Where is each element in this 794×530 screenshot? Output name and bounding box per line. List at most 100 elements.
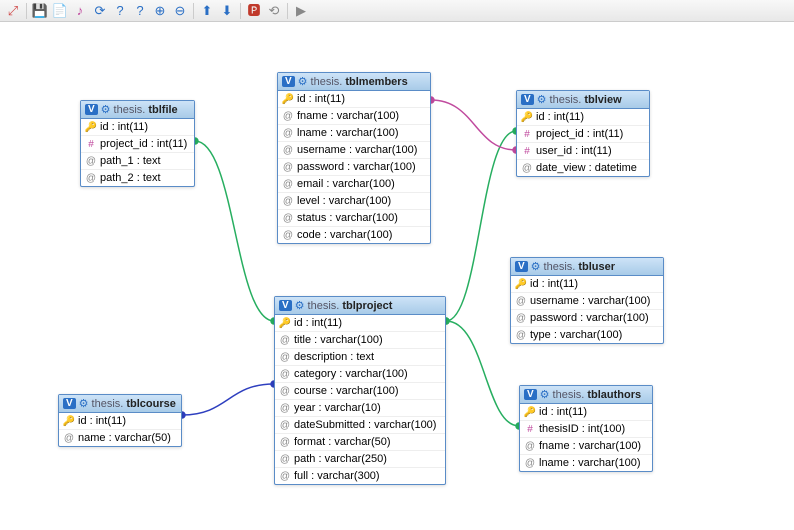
column-type-icon: @: [283, 196, 293, 207]
open-icon[interactable]: ⬆: [198, 2, 216, 20]
column-type-icon: @: [516, 296, 526, 307]
table-name: tblproject: [342, 300, 392, 312]
column-row[interactable]: 🔑id : int(11): [278, 91, 430, 108]
gear-icon[interactable]: ⚙: [540, 388, 550, 401]
column-type-icon: @: [516, 313, 526, 324]
column-def: password : varchar(100): [530, 312, 649, 324]
gear-icon[interactable]: ⚙: [298, 75, 308, 88]
column-row[interactable]: @fname : varchar(100): [520, 438, 652, 455]
column-row[interactable]: @category : varchar(100): [275, 366, 445, 383]
column-row[interactable]: @format : varchar(50): [275, 434, 445, 451]
column-row[interactable]: 🔑id : int(11): [275, 315, 445, 332]
table-header[interactable]: V⚙thesis.tblmembers: [278, 73, 430, 91]
save-icon[interactable]: 💾: [31, 2, 49, 20]
document-icon[interactable]: 📄: [51, 2, 69, 20]
column-row[interactable]: 🔑id : int(11): [517, 109, 649, 126]
column-row[interactable]: @lname : varchar(100): [278, 125, 430, 142]
script-icon[interactable]: ♪: [71, 2, 89, 20]
column-def: course : varchar(100): [294, 385, 399, 397]
schema-label: thesis.: [550, 94, 582, 106]
column-def: path_2 : text: [100, 172, 161, 184]
table-tblcourse[interactable]: V⚙thesis.tblcourse🔑id : int(11)@name : v…: [58, 394, 182, 447]
column-def: username : varchar(100): [297, 144, 417, 156]
table-header[interactable]: V⚙thesis.tblproject: [275, 297, 445, 315]
expand-icon[interactable]: ⤢: [4, 2, 22, 20]
column-row[interactable]: @username : varchar(100): [511, 293, 663, 310]
gear-icon[interactable]: ⚙: [531, 260, 541, 273]
schema-label: thesis.: [553, 389, 585, 401]
gear-icon[interactable]: ⚙: [101, 103, 111, 116]
table-header[interactable]: V⚙thesis.tblcourse: [59, 395, 181, 413]
column-row[interactable]: @path : varchar(250): [275, 451, 445, 468]
table-header[interactable]: V⚙thesis.tblauthors: [520, 386, 652, 404]
column-row[interactable]: 🔑id : int(11): [81, 119, 194, 136]
column-type-icon: @: [283, 179, 293, 190]
table-header[interactable]: V⚙thesis.tblfile: [81, 101, 194, 119]
table-tblauthors[interactable]: V⚙thesis.tblauthors🔑id : int(11)#thesisI…: [519, 385, 653, 472]
gear-icon[interactable]: ⚙: [537, 93, 547, 106]
table-tbluser[interactable]: V⚙thesis.tbluser🔑id : int(11)@username :…: [510, 257, 664, 344]
column-type-icon: @: [280, 335, 290, 346]
column-row[interactable]: @type : varchar(100): [511, 327, 663, 343]
refresh-icon[interactable]: ⟳: [91, 2, 109, 20]
column-row[interactable]: @path_1 : text: [81, 153, 194, 170]
column-row[interactable]: #project_id : int(11): [517, 126, 649, 143]
column-def: title : varchar(100): [294, 334, 383, 346]
table-tblfile[interactable]: V⚙thesis.tblfile🔑id : int(11)#project_id…: [80, 100, 195, 187]
column-def: id : int(11): [297, 93, 345, 105]
column-row[interactable]: @code : varchar(100): [278, 227, 430, 243]
column-row[interactable]: #project_id : int(11): [81, 136, 194, 153]
table-tblview[interactable]: V⚙thesis.tblview🔑id : int(11)#project_id…: [516, 90, 650, 177]
sync-icon[interactable]: ⟲: [265, 2, 283, 20]
column-row[interactable]: 🔑id : int(11): [520, 404, 652, 421]
column-row[interactable]: @course : varchar(100): [275, 383, 445, 400]
gear-icon[interactable]: ⚙: [295, 299, 305, 312]
column-type-icon: 🔑: [280, 318, 290, 329]
table-header[interactable]: V⚙thesis.tbluser: [511, 258, 663, 276]
table-header[interactable]: V⚙thesis.tblview: [517, 91, 649, 109]
column-row[interactable]: @dateSubmitted : varchar(100): [275, 417, 445, 434]
column-row[interactable]: @path_2 : text: [81, 170, 194, 186]
column-type-icon: 🔑: [86, 122, 96, 133]
column-type-icon: @: [280, 437, 290, 448]
column-def: path : varchar(250): [294, 453, 387, 465]
column-type-icon: @: [283, 145, 293, 156]
column-row[interactable]: @ username : varchar(100): [278, 142, 430, 159]
column-row[interactable]: @date_view : datetime: [517, 160, 649, 176]
pdf-icon[interactable]: 🅿: [245, 2, 263, 20]
next-icon[interactable]: ▶: [292, 2, 310, 20]
zoom-in-icon[interactable]: ⊕: [151, 2, 169, 20]
column-def: status : varchar(100): [297, 212, 398, 224]
column-row[interactable]: @ title : varchar(100): [275, 332, 445, 349]
column-type-icon: @: [86, 156, 96, 167]
column-row[interactable]: @full : varchar(300): [275, 468, 445, 484]
column-row[interactable]: @status : varchar(100): [278, 210, 430, 227]
gear-icon[interactable]: ⚙: [79, 397, 89, 410]
column-row[interactable]: @lname : varchar(100): [520, 455, 652, 471]
column-row[interactable]: @year : varchar(10): [275, 400, 445, 417]
column-row[interactable]: @fname : varchar(100): [278, 108, 430, 125]
column-type-icon: @: [525, 458, 535, 469]
column-row[interactable]: @level : varchar(100): [278, 193, 430, 210]
column-row[interactable]: 🔑id : int(11): [59, 413, 181, 430]
help-icon[interactable]: ?: [111, 2, 129, 20]
column-type-icon: @: [283, 162, 293, 173]
v-badge-icon: V: [524, 389, 537, 400]
v-badge-icon: V: [282, 76, 295, 87]
column-row[interactable]: @email : varchar(100): [278, 176, 430, 193]
column-row[interactable]: #thesisID : int(100): [520, 421, 652, 438]
table-tblproject[interactable]: V⚙thesis.tblproject🔑id : int(11) @ title :…: [274, 296, 446, 485]
relation-line: [195, 141, 274, 321]
column-def: year : varchar(10): [294, 402, 381, 414]
column-row[interactable]: #user_id : int(11): [517, 143, 649, 160]
column-row[interactable]: @name : varchar(50): [59, 430, 181, 446]
help2-icon[interactable]: ?: [131, 2, 149, 20]
column-row[interactable]: @password : varchar(100): [278, 159, 430, 176]
column-row[interactable]: 🔑id : int(11): [511, 276, 663, 293]
column-row[interactable]: @ password : varchar(100): [511, 310, 663, 327]
zoom-out-icon[interactable]: ⊖: [171, 2, 189, 20]
download-icon[interactable]: ⬇: [218, 2, 236, 20]
diagram-canvas[interactable]: V⚙thesis.tblfile🔑id : int(11)#project_id…: [0, 22, 794, 530]
column-row[interactable]: @description : text: [275, 349, 445, 366]
table-tblmembers[interactable]: V⚙thesis.tblmembers🔑id : int(11)@fname :…: [277, 72, 431, 244]
